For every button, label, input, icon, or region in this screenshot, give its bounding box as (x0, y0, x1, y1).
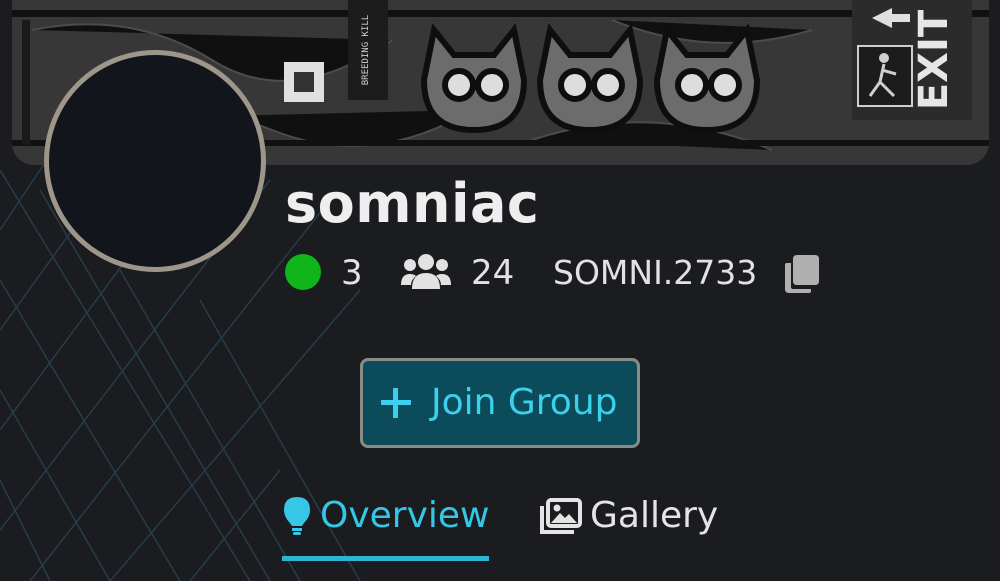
online-status-icon (285, 254, 321, 290)
group-avatar[interactable] (44, 50, 266, 272)
online-count: 3 (341, 253, 363, 293)
active-tab-indicator (282, 556, 489, 561)
plus-icon (381, 388, 411, 418)
join-group-label: Join Group (431, 382, 618, 423)
member-count: 24 (471, 253, 515, 293)
group-tag: SOMNI.2733 (553, 253, 758, 292)
tab-overview[interactable]: Overview (282, 490, 490, 562)
banner-sticker-text: BREEDING KILL (361, 15, 371, 85)
tab-gallery[interactable]: Gallery (538, 490, 728, 562)
tab-gallery-label: Gallery (590, 495, 719, 536)
copy-icon[interactable] (785, 253, 821, 293)
group-name: somniac (285, 172, 540, 235)
lightbulb-icon (284, 497, 310, 535)
tab-overview-label: Overview (320, 495, 490, 536)
members-icon (401, 254, 451, 289)
join-group-button[interactable]: Join Group (360, 358, 640, 448)
gallery-icon (540, 498, 582, 534)
banner-exit-sign: EXIT (911, 9, 957, 110)
group-stats: 3 24 SOMNI.2733 (285, 250, 885, 296)
